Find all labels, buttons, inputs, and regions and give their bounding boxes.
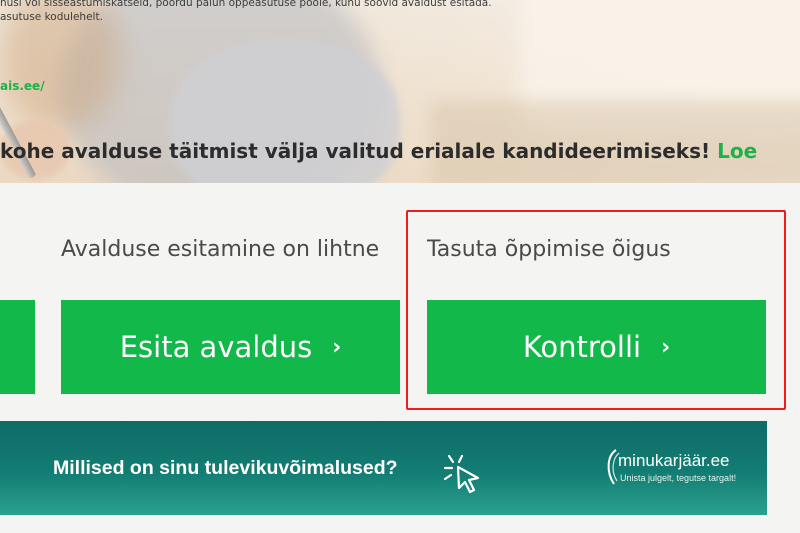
application-label: Avalduse esitamine on lihtne <box>61 237 380 262</box>
brand-slogan: Unista julgelt, tegutse targalt! <box>620 473 737 483</box>
hero-banner: nusi või sisseastumiskatseid, pöördu pal… <box>0 0 800 183</box>
brand-name: minukarjäär.ee <box>618 451 730 470</box>
check-eligibility-button[interactable]: Kontrolli › <box>427 300 766 394</box>
submit-application-button[interactable]: Esita avaldus › <box>61 300 400 394</box>
hero-headline-text: kohe avalduse täitmist välja valitud eri… <box>0 139 711 163</box>
partial-left-button[interactable] <box>0 300 35 394</box>
cursor-click-icon <box>443 454 480 494</box>
read-more-link[interactable]: Loe <box>717 139 757 163</box>
hero-info-line-2: asutuse kodulehelt. <box>0 11 103 23</box>
check-eligibility-label: Kontrolli <box>522 330 642 364</box>
chevron-right-icon: › <box>332 334 342 360</box>
career-banner-text: Millised on sinu tulevikuvõimalused? <box>53 457 398 479</box>
career-banner[interactable]: Millised on sinu tulevikuvõimalused? min… <box>0 421 767 515</box>
free-tuition-label: Tasuta õppimise õigus <box>427 237 671 262</box>
chevron-right-icon: › <box>661 334 671 360</box>
hero-headline: kohe avalduse täitmist välja valitud eri… <box>0 139 757 163</box>
hero-website-link[interactable]: ais.ee/ <box>0 79 45 93</box>
submit-application-label: Esita avaldus <box>119 330 313 364</box>
hero-info-line-1: nusi või sisseastumiskatseid, pöördu pal… <box>0 0 492 9</box>
